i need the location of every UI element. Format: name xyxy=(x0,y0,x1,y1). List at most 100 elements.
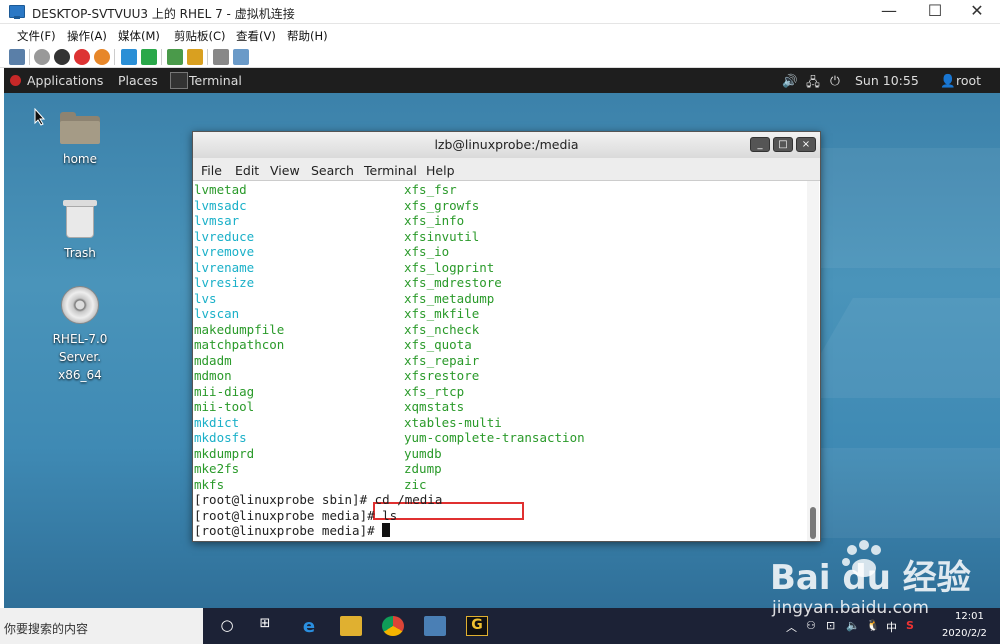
terminal-listing-row: lvmsadc xfs_growfs xyxy=(194,197,479,214)
menu-clipboard[interactable]: 剪贴板(C) xyxy=(174,28,226,44)
edge-icon[interactable]: e xyxy=(298,616,320,637)
file-explorer-icon[interactable] xyxy=(340,616,362,636)
listing-entry: lvscan xyxy=(194,306,240,321)
terminal-listing-row: makedumpfile xfs_ncheck xyxy=(194,322,479,338)
listing-entry: lvmetad xyxy=(194,182,247,197)
terminal-listing-row: mdadm xfs_repair xyxy=(194,353,479,369)
chrome-icon[interactable] xyxy=(382,616,404,636)
save-state-icon[interactable] xyxy=(94,49,110,65)
menu-file[interactable]: 文件(F) xyxy=(17,28,56,44)
host-menu-bar: 文件(F) 操作(A) 媒体(M) 剪贴板(C) 查看(V) 帮助(H) xyxy=(0,24,1000,46)
network-icon[interactable]: 🖧 xyxy=(806,73,820,94)
terminal-maximize-button[interactable]: □ xyxy=(773,137,793,152)
dvd-label-line1: RHEL-7.0 Server. xyxy=(52,332,108,364)
enhanced-session-icon[interactable] xyxy=(213,49,229,65)
terminal-menu-view[interactable]: View xyxy=(270,163,300,178)
volume-icon[interactable]: 🔊 xyxy=(782,73,798,89)
home-label: home xyxy=(62,152,98,166)
taskbar-search-placeholder: 你要搜索的内容 xyxy=(4,622,89,636)
listing-entry: xfs_quota xyxy=(404,337,472,352)
listing-entry: mdmon xyxy=(194,368,232,383)
close-button[interactable]: ✕ xyxy=(954,0,1000,24)
listing-entry: mke2fs xyxy=(194,461,240,476)
terminal-listing-row: lvmsar xfs_info xyxy=(194,213,464,229)
text-cursor xyxy=(382,523,391,537)
toolbar-divider xyxy=(161,49,162,65)
user-menu[interactable]: root xyxy=(956,73,981,88)
toolbar-divider xyxy=(114,49,115,65)
listing-entry: yumdb xyxy=(404,445,442,461)
terminal-window[interactable]: lzb@linuxprobe:/media _ □ × File Edit Vi… xyxy=(192,131,821,542)
listing-entry: yum-complete-transaction xyxy=(404,430,585,445)
listing-entry: lvmsadc xyxy=(194,197,247,213)
desktop-icon-home[interactable]: home xyxy=(30,112,130,168)
guest-desktop: Applications Places Terminal 🔊 🖧 ⏻ Sun 1… xyxy=(4,68,1000,608)
taskbar-search-box[interactable]: 你要搜索的内容 xyxy=(0,608,203,644)
terminal-listing-row: mkdict xtables-multi xyxy=(194,414,502,431)
terminal-title: lzb@linuxprobe:/media xyxy=(434,137,579,152)
shell-command: cd /media xyxy=(374,492,443,507)
menu-media[interactable]: 媒体(M) xyxy=(118,28,160,44)
terminal-title-bar[interactable]: lzb@linuxprobe:/media _ □ × xyxy=(193,132,820,158)
terminal-task[interactable]: Terminal xyxy=(189,73,242,88)
power-icon[interactable]: ⏻ xyxy=(830,73,840,89)
toolbar-divider xyxy=(207,49,208,65)
listing-entry: xfs_rtcp xyxy=(404,383,465,399)
shell-prompt: [root@linuxprobe media]# xyxy=(194,523,383,538)
menu-help[interactable]: 帮助(H) xyxy=(287,28,328,44)
gnome-top-bar: Applications Places Terminal 🔊 🖧 ⏻ Sun 1… xyxy=(4,68,1000,93)
resume-icon[interactable] xyxy=(141,49,157,65)
scrollbar-thumb[interactable] xyxy=(810,507,816,539)
task-view-icon[interactable]: ⊞ xyxy=(254,616,276,636)
minimize-button[interactable]: — xyxy=(866,0,912,24)
terminal-scrollbar[interactable] xyxy=(807,181,819,541)
watermark-url: jingyan.baidu.com xyxy=(772,598,929,618)
terminal-output[interactable]: lvmetad xfs_fsr lvmsadc xfs_growfs lvmsar xfs… xyxy=(193,181,820,541)
shutdown-icon[interactable] xyxy=(74,49,90,65)
terminal-menu-terminal[interactable]: Terminal xyxy=(364,163,417,178)
listing-entry: xfs_mdrestore xyxy=(404,275,502,290)
terminal-minimize-button[interactable]: _ xyxy=(750,137,770,152)
terminal-command-line: [root@linuxprobe sbin]# cd /media xyxy=(194,492,442,508)
turn-off-icon[interactable] xyxy=(54,49,70,65)
menu-action[interactable]: 操作(A) xyxy=(67,28,107,44)
shell-prompt: [root@linuxprobe media]# xyxy=(194,507,383,523)
terminal-listing-row: lvscan xfs_mkfile xyxy=(194,306,479,322)
terminal-listing-row: lvresize xfs_mdrestore xyxy=(194,275,502,291)
hyperv-manager-icon[interactable] xyxy=(424,616,446,636)
listing-entry: lvmsar xyxy=(194,213,240,228)
ctrl-alt-del-icon[interactable] xyxy=(9,49,25,65)
listing-entry: mkdosfs xyxy=(194,430,247,445)
terminal-menu-help[interactable]: Help xyxy=(426,163,455,178)
app-g-icon[interactable]: G xyxy=(466,616,488,636)
maximize-button[interactable]: ☐ xyxy=(912,0,958,24)
terminal-listing-row: lvmetad xfs_fsr xyxy=(194,182,457,198)
cortana-icon[interactable]: ○ xyxy=(216,616,238,636)
places-menu[interactable]: Places xyxy=(118,73,158,88)
listing-entry: mii-tool xyxy=(194,399,255,414)
applications-menu[interactable]: Applications xyxy=(27,73,103,88)
baidu-jingyan-watermark: Bai du 经验 jingyan.baidu.com xyxy=(760,540,1000,640)
listing-entry: mkdict xyxy=(194,414,240,430)
desktop-icon-trash[interactable]: Trash xyxy=(30,200,130,262)
terminal-close-button[interactable]: × xyxy=(796,137,816,152)
desktop-icon-dvd[interactable]: RHEL-7.0 Server. x86_64 xyxy=(30,286,130,384)
clock[interactable]: Sun 10:55 xyxy=(855,73,919,88)
terminal-menu-file[interactable]: File xyxy=(201,163,222,178)
terminal-menu-edit[interactable]: Edit xyxy=(235,163,259,178)
listing-entry: xfsrestore xyxy=(404,368,480,383)
pause-icon[interactable] xyxy=(121,49,137,65)
checkpoint-icon[interactable] xyxy=(167,49,183,65)
start-icon[interactable] xyxy=(34,49,50,65)
listing-entry: xfs_ncheck xyxy=(404,321,480,337)
menu-view[interactable]: 查看(V) xyxy=(236,28,276,44)
toolbar-divider xyxy=(29,49,30,65)
listing-entry: lvremove xyxy=(194,244,255,259)
share-icon[interactable] xyxy=(233,49,249,65)
terminal-menu-search[interactable]: Search xyxy=(311,163,354,178)
host-window-title: DESKTOP-SVTVUU3 上的 RHEL 7 - 虚拟机连接 xyxy=(32,7,295,21)
listing-entry: xfs_repair xyxy=(404,352,480,368)
listing-entry: xtables-multi xyxy=(404,414,502,430)
revert-icon[interactable] xyxy=(187,49,203,65)
terminal-command-line: [root@linuxprobe media]# xyxy=(194,523,391,539)
